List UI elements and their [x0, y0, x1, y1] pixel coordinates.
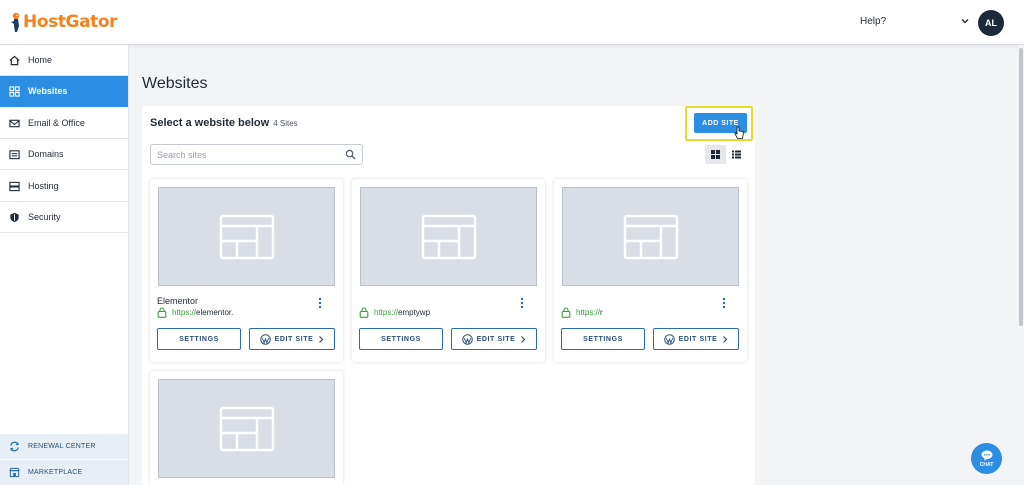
site-name: Elementor — [157, 296, 199, 306]
sidebar-item-label: Domains — [28, 149, 64, 159]
sidebar-renewal-center[interactable]: RENEWAL CENTER — [0, 434, 128, 459]
site-thumbnail[interactable] — [360, 187, 537, 286]
store-icon — [9, 467, 20, 478]
shield-icon — [10, 212, 19, 222]
sidebar-item-label: Home — [28, 55, 53, 65]
hostgator-logo[interactable]: HostGator — [8, 10, 118, 34]
wordpress-icon — [259, 333, 271, 345]
layout-placeholder-icon — [219, 406, 274, 451]
edit-site-button[interactable]: EDIT SITE — [653, 328, 739, 350]
lock-icon — [561, 307, 571, 318]
url-host: emptywp — [398, 308, 431, 317]
chevron-right-icon — [521, 335, 526, 343]
site-count: 4 Sites — [273, 119, 298, 128]
layout-placeholder-icon — [219, 214, 274, 259]
site-thumbnail[interactable] — [562, 187, 739, 286]
scrollbar-thumb[interactable] — [1019, 48, 1023, 326]
brand-name: HostGator — [23, 12, 118, 32]
settings-button[interactable]: SETTINGS — [561, 328, 645, 350]
url-protocol: https:// — [576, 308, 601, 317]
search-sites-field[interactable] — [150, 144, 363, 165]
site-url[interactable]: https://emptywp — [359, 307, 430, 318]
sidebar-item-label: Security — [28, 212, 61, 222]
gator-mascot-icon — [11, 12, 20, 32]
sidebar-item-domains[interactable]: Domains — [0, 139, 128, 170]
site-thumbnail[interactable] — [158, 187, 335, 286]
url-protocol: https:// — [374, 308, 399, 317]
home-icon — [9, 55, 20, 65]
more-options-icon[interactable] — [518, 297, 526, 309]
chevron-right-icon — [319, 335, 324, 343]
mail-icon — [9, 119, 20, 127]
chevron-down-icon[interactable] — [960, 16, 970, 26]
site-card[interactable]: Elementor https://elementor. SETTINGS ED… — [150, 179, 343, 362]
grid-view-button[interactable] — [705, 145, 726, 164]
site-thumbnail[interactable] — [158, 379, 335, 478]
help-link[interactable]: Help? — [860, 16, 886, 27]
page-title: Websites — [142, 75, 208, 92]
site-card[interactable]: https://r SETTINGS EDIT SITE — [554, 179, 747, 362]
edit-site-label: EDIT SITE — [476, 335, 516, 343]
layout-placeholder-icon — [623, 214, 678, 259]
site-card[interactable] — [150, 371, 343, 485]
chat-label: CHAT — [979, 461, 994, 468]
renew-icon — [10, 441, 19, 452]
grid-view-icon — [711, 150, 720, 159]
url-protocol: https:// — [172, 308, 197, 317]
list-view-button[interactable] — [726, 145, 747, 164]
websites-grid-icon — [9, 85, 20, 97]
top-header: HostGator Help? AL — [0, 0, 1024, 45]
layout-placeholder-icon — [421, 214, 476, 259]
sidebar-item-security[interactable]: Security — [0, 202, 128, 233]
edit-site-button[interactable]: EDIT SITE — [451, 328, 537, 350]
user-avatar[interactable]: AL — [978, 10, 1004, 36]
select-website-heading: Select a website below 4 Sites — [150, 117, 298, 129]
url-host: elementor. — [196, 308, 234, 317]
site-url[interactable]: https://r — [561, 307, 603, 318]
chat-bubble-icon — [981, 450, 992, 460]
sidebar-bottom-label: MARKETPLACE — [28, 469, 83, 476]
search-input[interactable] — [157, 148, 337, 162]
edit-site-label: EDIT SITE — [274, 335, 314, 343]
chevron-right-icon — [723, 335, 728, 343]
hand-cursor-icon — [734, 126, 744, 139]
domains-icon — [9, 149, 20, 159]
sidebar-item-home[interactable]: Home — [0, 45, 128, 76]
edit-site-button[interactable]: EDIT SITE — [249, 328, 335, 350]
sidebar: Home Websites Email & Office Domains Hos… — [0, 45, 129, 485]
settings-button[interactable]: SETTINGS — [359, 328, 443, 350]
select-title-text: Select a website below — [150, 117, 270, 129]
sidebar-bottom-label: RENEWAL CENTER — [28, 443, 96, 450]
search-icon[interactable] — [345, 149, 356, 160]
sidebar-item-email-office[interactable]: Email & Office — [0, 108, 128, 139]
sidebar-item-label: Hosting — [28, 181, 59, 191]
sidebar-item-hosting[interactable]: Hosting — [0, 171, 128, 202]
url-host: r — [600, 308, 603, 317]
settings-button[interactable]: SETTINGS — [157, 328, 241, 350]
lock-icon — [157, 307, 167, 318]
site-card[interactable]: https://emptywp SETTINGS EDIT SITE — [352, 179, 545, 362]
wordpress-icon — [663, 333, 675, 345]
sidebar-item-label: Email & Office — [28, 118, 85, 128]
lock-icon — [359, 307, 369, 318]
chat-button[interactable]: CHAT — [971, 443, 1002, 474]
list-view-icon — [732, 150, 741, 159]
wordpress-icon — [461, 333, 473, 345]
edit-site-label: EDIT SITE — [678, 335, 718, 343]
sidebar-item-label: Websites — [28, 86, 68, 96]
more-options-icon[interactable] — [316, 297, 324, 309]
site-url[interactable]: https://elementor. — [157, 307, 233, 318]
server-icon — [9, 181, 20, 191]
sidebar-item-websites[interactable]: Websites — [0, 76, 128, 107]
more-options-icon[interactable] — [720, 297, 728, 309]
sidebar-marketplace[interactable]: MARKETPLACE — [0, 460, 128, 485]
view-toggle — [705, 145, 747, 164]
